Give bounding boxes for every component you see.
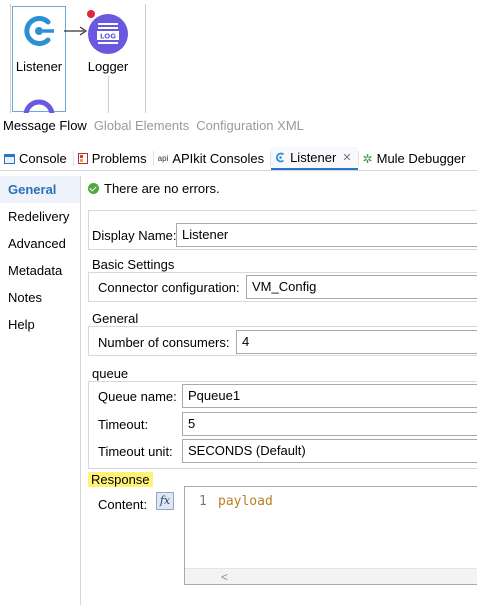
content-label: Content: — [98, 497, 148, 512]
console-icon — [4, 153, 15, 164]
timeout-unit-label: Timeout unit: — [98, 444, 173, 459]
response-title: Response — [88, 472, 153, 487]
nav-advanced[interactable]: Advanced — [0, 230, 80, 257]
tab-console[interactable]: Console — [0, 147, 73, 170]
tab-mule-debugger[interactable]: ✲ Mule Debugger — [359, 147, 472, 170]
nav-general[interactable]: General — [0, 176, 80, 203]
timeout-label: Timeout: — [98, 417, 149, 432]
content-editor[interactable]: 1 payload < — [184, 486, 477, 585]
flow-arrow-icon — [64, 26, 88, 36]
timeout-unit-select[interactable]: SECONDS (Default) — [182, 439, 477, 463]
tab-apikit-consoles[interactable]: api APIkit Consoles — [154, 147, 270, 170]
partial-connector-icon[interactable] — [21, 97, 57, 113]
queue-name-label: Queue name: — [98, 389, 177, 404]
consumers-label: Number of consumers: — [98, 335, 230, 350]
flow-divider — [108, 76, 109, 113]
logger-label: Logger — [87, 59, 129, 74]
tab-configuration-xml[interactable]: Configuration XML — [196, 118, 304, 133]
timeout-input[interactable]: 5 — [182, 412, 477, 436]
queue-title: queue — [90, 366, 131, 381]
properties-panel: There are no errors. Display Name: Liste… — [82, 176, 477, 605]
tab-console-label: Console — [19, 151, 67, 166]
listener-tab-icon — [276, 152, 285, 163]
display-name-input[interactable]: Listener — [176, 223, 477, 247]
error-indicator-icon — [87, 10, 95, 18]
basic-settings-title: Basic Settings — [90, 257, 177, 272]
nav-help[interactable]: Help — [0, 311, 80, 338]
queue-name-input[interactable]: Pqueue1 — [182, 384, 477, 408]
tab-listener[interactable]: Listener ✕ — [271, 147, 358, 170]
properties-nav: General Redelivery Advanced Metadata Not… — [0, 176, 81, 605]
flow-canvas[interactable]: Listener LOG Logger — [0, 0, 477, 113]
debugger-icon: ✲ — [362, 151, 373, 166]
horizontal-scrollbar[interactable]: < — [185, 568, 477, 584]
nav-redelivery[interactable]: Redelivery — [0, 203, 80, 230]
editor-tabs: Message Flow Global Elements Configurati… — [0, 115, 308, 135]
status-message: There are no errors. — [88, 181, 220, 196]
tab-global-elements[interactable]: Global Elements — [94, 118, 189, 133]
api-icon: api — [157, 154, 169, 163]
problems-icon — [77, 153, 88, 164]
check-icon — [88, 183, 99, 194]
general-title: General — [90, 311, 141, 326]
connector-config-select[interactable]: VM_Config — [246, 275, 477, 299]
tab-listener-label: Listener — [290, 150, 337, 165]
logger-icon-text: LOG — [100, 33, 116, 41]
status-text: There are no errors. — [104, 181, 220, 196]
tab-mule-debugger-label: Mule Debugger — [376, 151, 466, 166]
view-tabs: Console Problems api APIkit Consoles Lis… — [0, 147, 477, 171]
listener-icon[interactable] — [21, 13, 57, 49]
tab-problems[interactable]: Problems — [74, 147, 153, 170]
display-name-label: Display Name: — [92, 228, 177, 243]
connector-config-label: Connector configuration: — [98, 280, 240, 295]
expression-toggle-button[interactable]: fx — [156, 492, 174, 510]
consumers-input[interactable]: 4 — [236, 330, 477, 354]
tab-message-flow[interactable]: Message Flow — [3, 118, 87, 133]
listener-label: Listener — [15, 59, 63, 74]
tab-apikit-label: APIkit Consoles — [172, 151, 265, 166]
close-icon[interactable]: ✕ — [342, 151, 351, 164]
line-number: 1 — [199, 494, 207, 509]
code-text: payload — [218, 494, 273, 509]
nav-notes[interactable]: Notes — [0, 284, 80, 311]
nav-metadata[interactable]: Metadata — [0, 257, 80, 284]
tab-problems-label: Problems — [91, 151, 147, 166]
logger-icon[interactable]: LOG — [87, 13, 129, 55]
scroll-left-icon[interactable]: < — [221, 569, 228, 585]
